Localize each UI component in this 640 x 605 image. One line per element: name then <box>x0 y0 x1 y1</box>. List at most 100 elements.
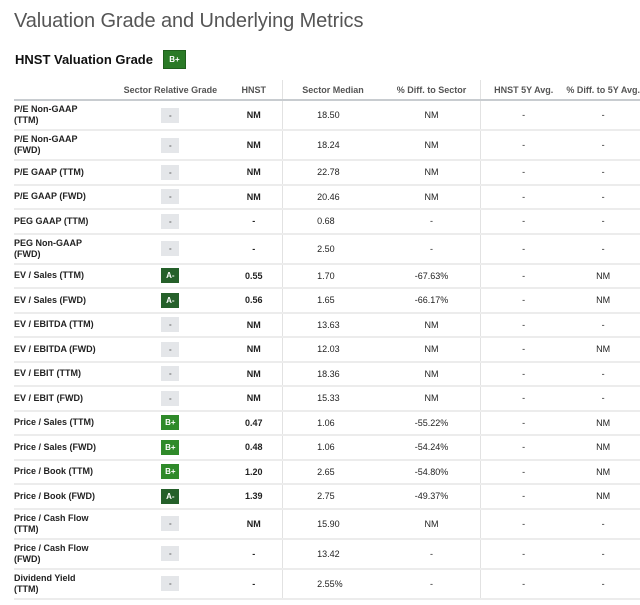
grade-cell: - <box>115 386 226 412</box>
diff-to-5y-avg-value: NM <box>566 435 640 461</box>
diff-to-5y-avg-value: NM <box>566 410 640 436</box>
grade-cell: - <box>115 100 226 131</box>
table-row: EV / Sales (FWD) A- 0.56 1.65 -66.17% - NM <box>14 288 640 314</box>
grade-badge: - <box>161 241 180 256</box>
diff-to-sector-value: -67.63% <box>382 263 481 289</box>
metric-period: (FWD) <box>14 553 41 564</box>
sector-median-value: 2.75 <box>282 484 383 510</box>
5y-avg-value: - <box>480 508 567 540</box>
table-row: P/E Non-GAAP (TTM) - NM 18.50 NM - - <box>14 100 640 131</box>
metric-label: EV / EBIT (TTM) <box>14 361 116 387</box>
metric-period: (TTM) <box>14 523 39 534</box>
diff-to-sector-value: -49.37% <box>382 484 481 510</box>
metric-name: Price / Cash Flow <box>14 512 89 523</box>
metric-name: P/E GAAP (FWD) <box>14 191 86 202</box>
hnst-value: NM <box>225 337 283 363</box>
diff-to-sector-value: NM <box>382 160 481 186</box>
metric-name: EV / Sales (TTM) <box>14 270 85 281</box>
metric-label: EV / Sales (FWD) <box>14 288 116 314</box>
table-row: EV / Sales (TTM) A- 0.55 1.70 -67.63% - NM <box>14 263 640 289</box>
diff-to-sector-value: -54.80% <box>382 459 481 485</box>
hnst-value: - <box>225 209 283 235</box>
5y-avg-value: - <box>480 209 567 235</box>
5y-avg-value: - <box>480 361 567 387</box>
metric-name: PEG GAAP (TTM) <box>14 215 89 226</box>
metric-label: P/E Non-GAAP (TTM) <box>14 100 116 131</box>
hnst-value: 0.47 <box>225 410 283 436</box>
5y-avg-value: - <box>480 288 567 314</box>
table-row: EV / EBIT (FWD) - NM 15.33 NM - - <box>14 386 640 412</box>
hnst-value: - <box>225 568 283 600</box>
grade-cell: B+ <box>115 435 226 461</box>
5y-avg-value: - <box>480 410 567 436</box>
diff-to-sector-value: - <box>382 209 481 235</box>
hnst-value: NM <box>225 100 283 131</box>
metric-label: EV / EBIT (FWD) <box>14 386 116 412</box>
table-row: PEG Non-GAAP (FWD) - -2.50- - - <box>14 233 640 265</box>
sector-median-value: 1.70 <box>282 263 383 289</box>
metric-label: PEG Non-GAAP (FWD) <box>14 233 116 265</box>
metric-name: Price / Sales (TTM) <box>14 417 95 428</box>
metric-name: Price / Book (TTM) <box>14 466 94 477</box>
grade-cell: B+ <box>115 410 226 436</box>
metric-name: Price / Sales (FWD) <box>14 441 97 452</box>
diff-to-5y-avg-value: NM <box>566 459 640 485</box>
hnst-value: NM <box>225 312 283 338</box>
grade-badge: B+ <box>161 439 180 455</box>
diff-to-sector-value: NM <box>382 361 481 387</box>
header-sector-median[interactable]: Sector Median <box>282 80 383 101</box>
metric-label: Price / Book (FWD) <box>14 484 116 510</box>
grade-badge: - <box>161 341 180 357</box>
hnst-value: - <box>225 538 283 570</box>
metric-label: PEG GAAP (TTM) <box>14 209 116 235</box>
table-row: Dividend Yield (TTM) - -2.55% - - - <box>14 568 640 600</box>
diff-to-5y-avg-value: - <box>566 160 640 186</box>
header-diff-to-sector[interactable]: % Diff. to Sector <box>382 80 481 101</box>
grade-cell: - <box>115 160 226 186</box>
metric-label: P/E Non-GAAP (FWD) <box>14 130 116 161</box>
table-row: P/E GAAP (FWD) - NM 20.46 NM - - <box>14 184 640 210</box>
diff-to-sector-value: NM <box>382 100 481 131</box>
diff-to-sector-value: NM <box>382 386 481 412</box>
sector-median-value: 22.78 <box>282 160 383 186</box>
table-row: EV / EBITDA (FWD) - NM 12.03 NM - NM <box>14 337 640 363</box>
table-row: EV / EBIT (TTM) - NM 18.36 NM - - <box>14 361 640 387</box>
5y-avg-value: - <box>480 337 567 363</box>
grade-badge: - <box>161 390 180 406</box>
header-hnst[interactable]: HNST <box>225 80 283 101</box>
diff-to-5y-avg-value: - <box>566 386 640 412</box>
header-sector-relative-grade[interactable]: Sector Relative Grade <box>115 80 226 101</box>
sector-median-value: 18.24 <box>282 130 383 161</box>
metric-name: P/E GAAP (TTM) <box>14 166 84 177</box>
grade-cell: - <box>115 209 226 235</box>
diff-to-5y-avg-value: - <box>566 233 640 265</box>
sector-median-value: 15.90 <box>282 508 383 540</box>
grade-cell: A- <box>115 263 226 289</box>
hnst-value: NM <box>225 508 283 540</box>
header-diff-to-5y-avg[interactable]: % Diff. to 5Y Avg. <box>566 80 640 101</box>
5y-avg-value: - <box>480 130 567 161</box>
sector-median-value: 13.42 <box>282 538 383 570</box>
diff-to-sector-value: -54.24% <box>382 435 481 461</box>
diff-to-5y-avg-value: - <box>566 568 640 600</box>
sector-median-value: 1.06 <box>282 410 383 436</box>
diff-to-5y-avg-value: NM <box>566 337 640 363</box>
5y-avg-value: - <box>480 263 567 289</box>
metric-name: EV / EBITDA (FWD) <box>14 343 96 354</box>
table-row: Price / Cash Flow (FWD) - -13.42- - - <box>14 538 640 570</box>
header-5y-avg[interactable]: HNST 5Y Avg. <box>480 80 567 101</box>
5y-avg-value: - <box>480 160 567 186</box>
grade-badge: - <box>161 164 180 180</box>
metric-label: Dividend Yield (TTM) <box>14 568 116 600</box>
diff-to-sector-value: NM <box>382 312 481 338</box>
diff-to-sector-value: -66.17% <box>382 288 481 314</box>
sector-median-value: 13.63 <box>282 312 383 338</box>
5y-avg-value: - <box>480 435 567 461</box>
grade-cell: - <box>115 337 226 363</box>
hnst-value: 1.20 <box>225 459 283 485</box>
5y-avg-value: - <box>480 386 567 412</box>
grade-badge: - <box>161 107 180 123</box>
5y-avg-value: - <box>480 538 567 570</box>
hnst-value: NM <box>225 160 283 186</box>
diff-to-5y-avg-value: - <box>566 361 640 387</box>
